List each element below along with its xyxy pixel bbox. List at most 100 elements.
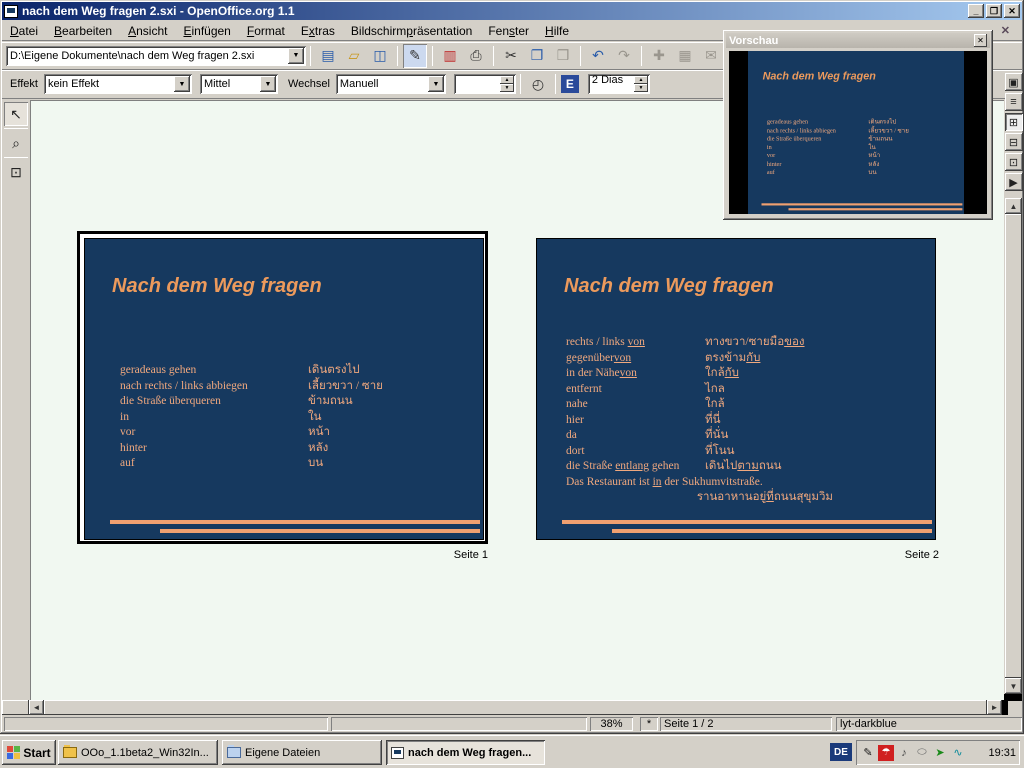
german-term: geradeaus gehen [767,118,869,126]
tray-pen-icon[interactable]: ✎ [860,745,876,761]
url-dropdown-icon[interactable]: ▼ [288,48,304,64]
speed-combobox[interactable]: Mittel ▼ [200,74,278,94]
undo-icon[interactable]: ↶ [586,44,610,68]
transition-label: Wechsel [288,78,330,90]
tray-update-icon[interactable]: ➤ [932,745,948,761]
menu-hilfe[interactable]: Hilfe [537,22,577,40]
transition-dropdown-icon[interactable]: ▼ [428,76,444,92]
toolbar-separator [520,74,521,94]
thai-term: ไกล [705,383,725,395]
repaint-gap [1002,700,1008,715]
dias-value[interactable]: 2 Dias [588,74,634,94]
effect-value[interactable]: kein Effekt [44,78,174,90]
menu-fenster[interactable]: Fenster [480,22,537,40]
hyperlink-icon: ✉ [699,44,723,68]
minimize-button[interactable]: _ [968,4,984,18]
slide-show-button[interactable]: ▶ [1005,173,1023,191]
handout-view-button[interactable]: ⊡ [1005,153,1023,171]
vertical-scrollbar[interactable] [1005,214,1022,678]
print-icon[interactable]: ⎙ [464,44,488,68]
slide-2[interactable]: Nach dem Weg fragen rechts / links vonทา… [536,238,936,540]
time-value[interactable] [454,74,500,94]
tool-rail: ↖ ⌕ ⊡ [2,100,30,698]
vocab-row: die Straße überquerenข้ามถนน [767,135,962,143]
select-tool-button[interactable]: ↖ [4,102,28,126]
tray-volume-icon[interactable]: ♪ [896,745,912,761]
dias-up-icon[interactable]: ▲ [634,76,648,84]
url-combobox[interactable]: D:\Eigene Dokumente\nach dem Weg fragen … [6,46,306,66]
thai-term: เดินตรงไป [868,119,896,126]
task-button-1[interactable]: OOo_1.1beta2_Win32In... [58,740,218,765]
menu-extras[interactable]: Extras [293,22,343,40]
page-indicator[interactable]: Seite 1 / 2 [660,717,832,731]
new-document-icon[interactable]: ▤ [316,44,340,68]
zoom-tool-button[interactable]: ⌕ [4,131,28,155]
notes-view-button[interactable]: ⊟ [1005,133,1023,151]
menu-bildschirmprsentation[interactable]: Bildschirmpräsentation [343,22,480,40]
time-up-icon[interactable]: ▲ [500,76,514,84]
time-spinner[interactable]: ▲▼ [454,74,516,94]
close-button[interactable]: ✕ [1004,4,1020,18]
save-icon[interactable]: ◫ [368,44,392,68]
layout-name[interactable]: lyt-darkblue [836,717,1022,731]
accent-bar [789,208,963,210]
german-term: in [767,143,869,151]
menu-datei[interactable]: Datei [2,22,46,40]
accent-bar [562,520,932,524]
start-button[interactable]: Start [2,740,56,765]
copy-icon[interactable]: ❐ [525,44,549,68]
task-button-3[interactable]: nach dem Weg fragen... [386,740,545,765]
close-document-icon[interactable]: ✕ [997,23,1014,38]
effect-combobox[interactable]: kein Effekt ▼ [44,74,192,94]
speed-dropdown-icon[interactable]: ▼ [260,76,276,92]
menu-bearbeiten[interactable]: Bearbeiten [46,22,120,40]
vocab-list: geradeaus gehenเดินตรงไปnach rechts / li… [120,363,479,472]
outline-view-button[interactable]: ≡ [1005,93,1023,111]
tray-mouse-icon[interactable]: ⬭ [914,745,930,761]
slides-per-row-spinner[interactable]: 2 Dias ▲▼ [588,74,650,94]
scroll-down-icon[interactable]: ▼ [1005,678,1022,694]
horizontal-scrollbar[interactable] [44,700,987,715]
open-icon[interactable]: ▱ [342,44,366,68]
preview-window[interactable]: Vorschau ✕ Nach dem Weg fragen geradeaus… [723,30,993,220]
effect-dropdown-icon[interactable]: ▼ [174,76,190,92]
menu-einfgen[interactable]: Einfügen [175,22,238,40]
preview-title-bar[interactable]: Vorschau ✕ [726,33,990,48]
slide-1[interactable]: Nach dem Weg fragen geradeaus gehenเดินต… [84,238,484,540]
edit-mode-icon[interactable]: ✎ [403,44,427,68]
tray-antivirus-icon[interactable]: ☂ [878,745,894,761]
toolbar-separator [493,46,494,66]
thai-term: หน้า [308,426,330,438]
tray-graphics-icon[interactable]: ∿ [950,745,966,761]
url-value[interactable]: D:\Eigene Dokumente\nach dem Weg fragen … [6,50,288,62]
rehearse-timings-icon[interactable]: ◴ [526,72,550,96]
presentation-tool-button[interactable]: ⊡ [4,160,28,184]
transition-combobox[interactable]: Manuell ▼ [336,74,446,94]
transition-value[interactable]: Manuell [336,78,428,90]
export-pdf-icon[interactable]: ▥ [438,44,462,68]
drawing-view-button[interactable]: ▣ [1005,73,1023,91]
preview-close-icon[interactable]: ✕ [974,34,987,47]
time-down-icon[interactable]: ▼ [500,84,514,92]
title-bar[interactable]: nach dem Weg fragen 2.sxi - OpenOffice.o… [2,2,1022,20]
dias-down-icon[interactable]: ▼ [634,84,648,92]
task-button-2[interactable]: Eigene Dateien [222,740,382,765]
gallery-icon: ▦ [673,44,697,68]
keyboard-layout-indicator[interactable]: DE [830,743,852,761]
cut-icon[interactable]: ✂ [499,44,523,68]
scroll-right-icon[interactable]: ► [987,700,1002,715]
menu-format[interactable]: Format [239,22,293,40]
effects-window-icon[interactable]: E [561,75,579,93]
restore-button[interactable]: ❐ [986,4,1002,18]
preview-title: Vorschau [729,35,974,47]
scroll-left-icon[interactable]: ◄ [29,700,44,715]
zoom-level[interactable]: 38% [590,717,633,731]
window-title: nach dem Weg fragen 2.sxi - OpenOffice.o… [22,4,968,18]
speed-value[interactable]: Mittel [200,78,260,90]
vocab-row: naheใกล้ [566,397,931,413]
german-term: vor [120,425,308,441]
thai-term: ที่นี่ [705,414,720,426]
menu-ansicht[interactable]: Ansicht [120,22,175,40]
scroll-up-icon[interactable]: ▲ [1005,198,1022,214]
slide-sorter-view-button[interactable]: ⊞ [1005,113,1023,131]
